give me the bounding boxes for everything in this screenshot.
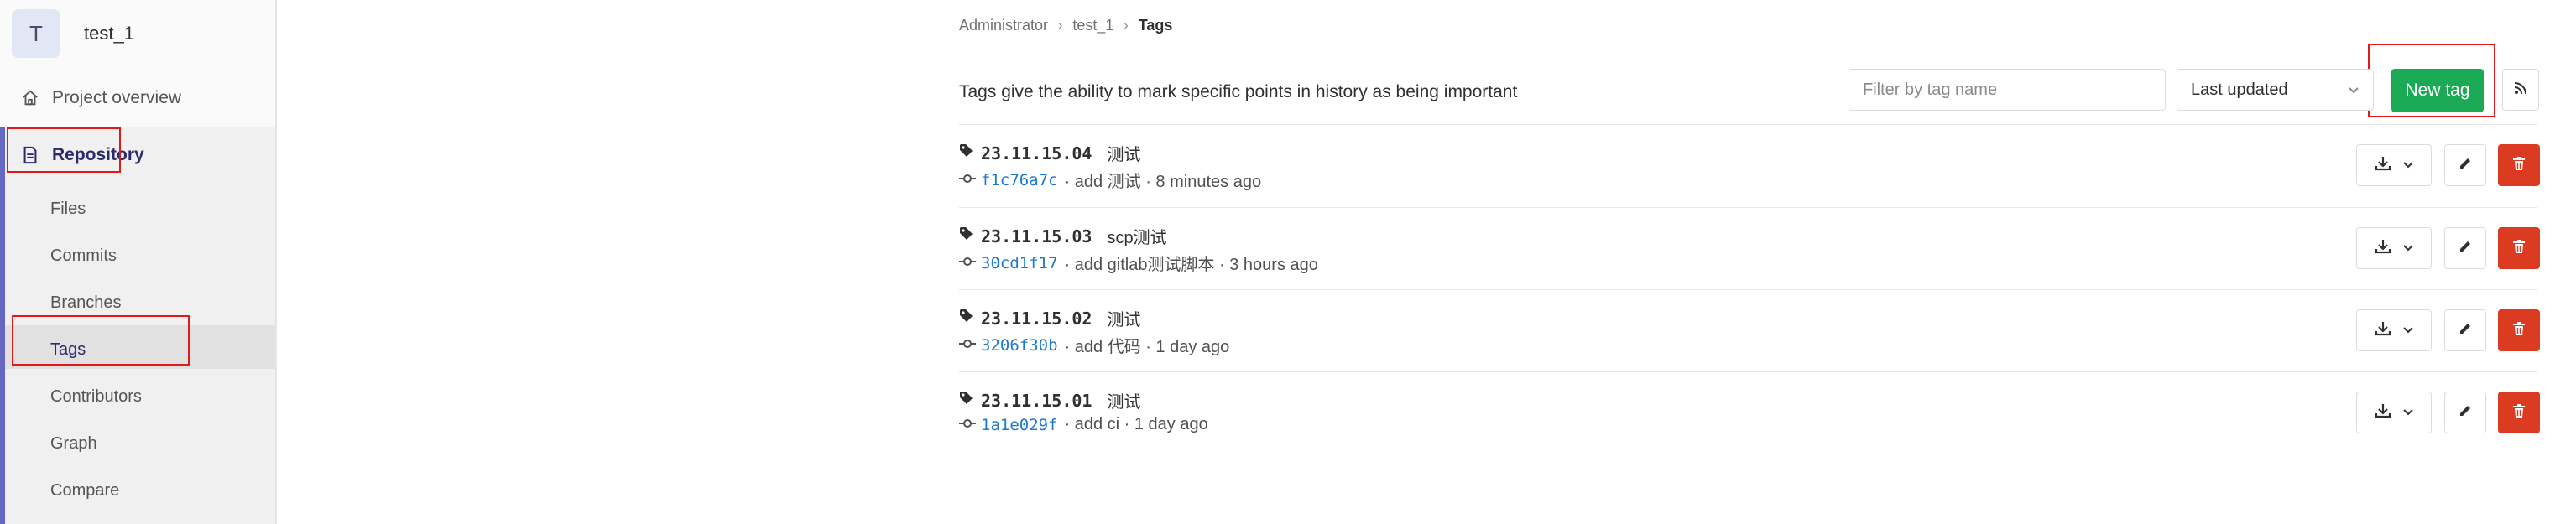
sidebar-sub-item-compare[interactable]: Compare: [50, 481, 119, 501]
tag-name[interactable]: 23.11.15.03: [981, 226, 1092, 246]
highlight-box-repository: [7, 127, 121, 173]
commit-info: · add gitlab测试脚本 · 3 hours ago: [1064, 256, 1318, 274]
sidebar-sub-item-branches[interactable]: Branches: [50, 293, 122, 313]
commit-icon: [959, 253, 976, 272]
commit-icon: [959, 335, 976, 355]
download-icon: [2375, 239, 2391, 258]
tag-message: 测试: [1107, 146, 1141, 164]
trash-icon: [2512, 403, 2526, 423]
commit-icon: [959, 170, 976, 189]
tag-icon: [959, 391, 974, 410]
divider: [959, 371, 2537, 372]
chevron-down-icon: [2403, 158, 2413, 173]
trash-icon: [2512, 156, 2526, 175]
rss-icon: [2514, 81, 2527, 99]
commit-icon: [959, 415, 976, 434]
filter-tags-input[interactable]: [1849, 69, 2166, 111]
sidebar-item-label: Project overview: [52, 88, 182, 107]
breadcrumb-item-current[interactable]: Tags: [1139, 17, 1173, 34]
project-name[interactable]: test_1: [84, 23, 134, 44]
tag-row: 23.11.15.03 scp测试 30cd1f17 · add gitlab测…: [959, 209, 2540, 291]
download-dropdown-button[interactable]: [2356, 144, 2432, 186]
sort-dropdown-label: Last updated: [2191, 80, 2288, 99]
chevron-down-icon: [2403, 405, 2413, 420]
sidebar-sub-item-graph[interactable]: Graph: [50, 434, 97, 454]
delete-tag-button[interactable]: [2498, 227, 2540, 269]
sidebar-item-project-overview[interactable]: Project overview: [0, 77, 275, 119]
rss-button[interactable]: [2502, 69, 2539, 111]
tag-icon: [959, 309, 974, 328]
download-icon: [2375, 403, 2391, 423]
project-header[interactable]: T test_1: [12, 9, 134, 58]
edit-tag-button[interactable]: [2444, 309, 2486, 351]
tag-row: 23.11.15.02 测试 3206f30b · add 代码 · 1 day…: [959, 291, 2540, 373]
breadcrumb-item-administrator[interactable]: Administrator: [959, 17, 1048, 34]
sidebar-sub-item-files[interactable]: Files: [50, 200, 86, 219]
delete-tag-button[interactable]: [2498, 392, 2540, 433]
tag-name[interactable]: 23.11.15.04: [981, 143, 1092, 163]
chevron-right-icon: ›: [1124, 18, 1129, 33]
tag-row: 23.11.15.04 测试 f1c76a7c · add 测试 · 8 min…: [959, 126, 2540, 208]
tags-description: Tags give the ability to mark specific p…: [959, 82, 1518, 101]
pencil-icon: [2459, 322, 2472, 340]
download-dropdown-button[interactable]: [2356, 309, 2432, 351]
download-icon: [2375, 156, 2391, 175]
divider: [959, 289, 2537, 290]
home-icon: [20, 88, 40, 108]
edit-tag-button[interactable]: [2444, 144, 2486, 186]
sort-dropdown[interactable]: Last updated: [2177, 69, 2374, 111]
chevron-down-icon: [2403, 323, 2413, 338]
commit-sha-link[interactable]: 1a1e029f: [981, 416, 1058, 434]
commit-sha-link[interactable]: 3206f30b: [981, 336, 1058, 355]
download-dropdown-button[interactable]: [2356, 227, 2432, 269]
tag-icon: [959, 143, 974, 163]
sidebar: T test_1 Project overview Repository Fil…: [0, 0, 277, 524]
download-icon: [2375, 321, 2391, 340]
download-dropdown-button[interactable]: [2356, 392, 2432, 433]
edit-tag-button[interactable]: [2444, 227, 2486, 269]
pencil-icon: [2459, 157, 2472, 174]
divider: [959, 207, 2537, 208]
highlight-box-tags: [12, 315, 190, 366]
sidebar-sub-item-commits[interactable]: Commits: [50, 246, 117, 266]
chevron-down-icon: [2403, 241, 2413, 256]
tag-name[interactable]: 23.11.15.02: [981, 309, 1092, 329]
pencil-icon: [2459, 404, 2472, 422]
tag-row: 23.11.15.01 测试 1a1e029f · add ci · 1 day…: [959, 373, 2540, 455]
commit-sha-link[interactable]: f1c76a7c: [981, 171, 1058, 189]
tag-icon: [959, 226, 974, 246]
edit-tag-button[interactable]: [2444, 392, 2486, 433]
chevron-down-icon: [2348, 80, 2360, 100]
commit-info: · add 代码 · 1 day ago: [1064, 338, 1230, 356]
delete-tag-button[interactable]: [2498, 309, 2540, 351]
commit-info: · add 测试 · 8 minutes ago: [1064, 173, 1262, 191]
new-tag-button[interactable]: New tag: [2391, 69, 2484, 112]
tag-message: 测试: [1107, 393, 1141, 412]
breadcrumb: Administrator › test_1 › Tags: [959, 17, 1172, 34]
pencil-icon: [2459, 240, 2472, 257]
sidebar-sub-item-contributors[interactable]: Contributors: [50, 387, 142, 407]
project-avatar[interactable]: T: [12, 9, 60, 58]
trash-icon: [2512, 239, 2526, 258]
trash-icon: [2512, 321, 2526, 340]
chevron-right-icon: ›: [1058, 18, 1063, 33]
commit-sha-link[interactable]: 30cd1f17: [981, 254, 1058, 272]
breadcrumb-item-project[interactable]: test_1: [1072, 17, 1113, 34]
commit-info: · add ci · 1 day ago: [1064, 415, 1208, 433]
tag-message: scp测试: [1107, 229, 1167, 247]
tag-name[interactable]: 23.11.15.01: [981, 391, 1092, 411]
tag-message: 测试: [1107, 311, 1141, 329]
delete-tag-button[interactable]: [2498, 144, 2540, 186]
divider: [959, 124, 2537, 125]
